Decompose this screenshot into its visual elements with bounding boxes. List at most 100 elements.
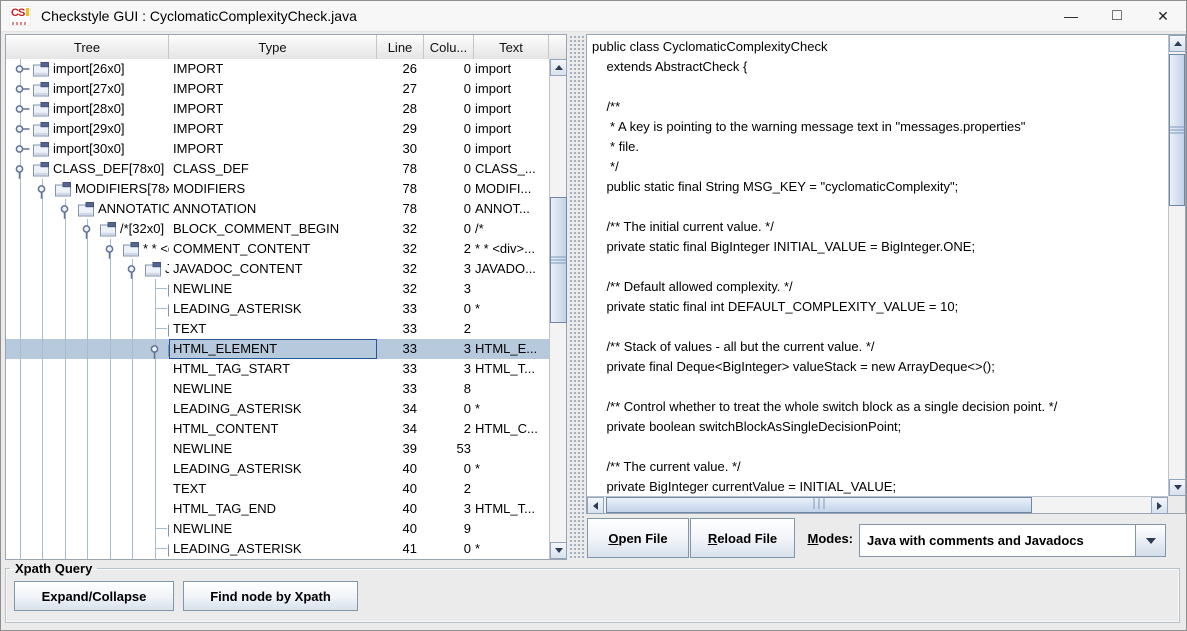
tree-guide-line — [65, 419, 66, 439]
scroll-down-icon[interactable] — [550, 542, 567, 559]
tree-node-label: import[27x0] — [53, 79, 125, 99]
tree-row[interactable]: ANNOTATION[78x0]ANNOTATION780ANNOT... — [6, 199, 549, 219]
code-hscrollbar-thumb[interactable] — [606, 497, 1032, 513]
find-node-by-xpath-button[interactable]: Find node by Xpath — [183, 581, 358, 611]
tree-cell — [6, 359, 169, 379]
split-pane-divider[interactable] — [568, 34, 586, 560]
tree-row[interactable]: HTML_TAG_END403HTML_T... — [6, 499, 549, 519]
window-controls: — □ ✕ — [1048, 1, 1186, 31]
tree-row[interactable]: LEADING_ASTERISK410* — [6, 539, 549, 559]
tree-guide-line — [20, 539, 21, 559]
column-cell: 0 — [424, 139, 474, 159]
column-header-filler — [549, 35, 566, 59]
scroll-left-icon[interactable] — [587, 497, 604, 514]
tree-row[interactable]: HTML_CONTENT342HTML_C... — [6, 419, 549, 439]
collapse-handle-icon[interactable] — [59, 199, 79, 219]
tree-row[interactable]: CLASS_DEF[78x0]CLASS_DEF780CLASS_... — [6, 159, 549, 179]
type-cell: ANNOTATION — [169, 199, 377, 219]
line-cell: 33 — [377, 359, 424, 379]
tree-row[interactable]: LEADING_ASTERISK400* — [6, 459, 549, 479]
tree-row[interactable]: HTML_TAG_START333HTML_T... — [6, 359, 549, 379]
line-cell: 30 — [377, 139, 424, 159]
column-header-2[interactable]: Line — [377, 35, 424, 59]
scroll-up-icon[interactable] — [550, 59, 567, 76]
column-cell: 9 — [424, 519, 474, 539]
column-header-3[interactable]: Colu... — [424, 35, 474, 59]
tree-row[interactable]: import[30x0]IMPORT300import — [6, 139, 549, 159]
line-cell: 78 — [377, 179, 424, 199]
type-cell: HTML_ELEMENT — [169, 339, 377, 359]
tree-row[interactable]: JAVADOC_CONTENT[32x3]JAVADOC_CONTENT323J… — [6, 259, 549, 279]
tree-scrollbar-thumb[interactable] — [550, 197, 567, 323]
text-cell: import — [474, 99, 549, 119]
tree-connector-line — [155, 328, 167, 329]
tree-guide-line — [110, 339, 111, 359]
expand-handle-icon[interactable] — [14, 59, 34, 79]
maximize-icon[interactable]: □ — [1094, 1, 1140, 31]
code-horizontal-scrollbar[interactable] — [587, 496, 1168, 513]
tree-guide-line — [110, 279, 111, 299]
tree-row[interactable]: MODIFIERS[78x0]MODIFIERS780MODIFI... — [6, 179, 549, 199]
scroll-down-icon[interactable] — [1169, 479, 1186, 496]
column-header-4[interactable]: Text — [474, 35, 549, 59]
close-icon[interactable]: ✕ — [1140, 1, 1186, 31]
tree-row[interactable]: NEWLINE3953 — [6, 439, 549, 459]
chevron-down-icon[interactable] — [1135, 525, 1165, 556]
tree-row[interactable]: TEXT332 — [6, 319, 549, 339]
tree-node-folder-icon — [145, 262, 162, 279]
line-cell: 40 — [377, 519, 424, 539]
tree-node-folder-icon — [33, 142, 50, 159]
tree-row[interactable]: /*[32x0]BLOCK_COMMENT_BEGIN320/* — [6, 219, 549, 239]
column-header-1[interactable]: Type — [169, 35, 377, 59]
open-file-button[interactable]: Open File — [587, 518, 689, 558]
tree-row[interactable]: NEWLINE409 — [6, 519, 549, 539]
type-cell: TEXT — [169, 479, 377, 499]
column-cell: 2 — [424, 419, 474, 439]
line-cell: 33 — [377, 319, 424, 339]
expand-handle-icon[interactable] — [14, 119, 34, 139]
tree-guide-line — [87, 299, 88, 319]
line-cell: 34 — [377, 399, 424, 419]
type-cell: IMPORT — [169, 99, 377, 119]
tree-row[interactable]: NEWLINE323 — [6, 279, 549, 299]
minimize-icon[interactable]: — — [1048, 1, 1094, 31]
code-vertical-scrollbar[interactable] — [1168, 35, 1185, 496]
tree-row[interactable]: import[27x0]IMPORT270import — [6, 79, 549, 99]
source-code-area[interactable]: public class CyclomaticComplexityCheck e… — [587, 35, 1168, 496]
collapse-handle-icon[interactable] — [149, 339, 169, 359]
collapse-handle-icon[interactable] — [81, 219, 101, 239]
tree-row[interactable]: * * <divCOMMENT_CONTENT322* * <div>... — [6, 239, 549, 259]
tree-row[interactable]: import[29x0]IMPORT290import — [6, 119, 549, 139]
tree-node-label: JAVADOC_CONTENT[32x3] — [165, 259, 169, 279]
collapse-handle-icon[interactable] — [14, 159, 34, 179]
column-cell: 3 — [424, 339, 474, 359]
collapse-handle-icon[interactable] — [104, 239, 124, 259]
tree-guide-line — [42, 459, 43, 479]
reload-file-button[interactable]: Reload File — [690, 518, 795, 558]
text-cell: * — [474, 399, 549, 419]
expand-handle-icon[interactable] — [14, 99, 34, 119]
tree-row[interactable]: import[26x0]IMPORT260import — [6, 59, 549, 79]
expand-handle-icon[interactable] — [14, 139, 34, 159]
tree-row[interactable]: import[28x0]IMPORT280import — [6, 99, 549, 119]
modes-label: Modes: — [791, 518, 853, 558]
tree-row[interactable]: NEWLINE338 — [6, 379, 549, 399]
tree-vertical-scrollbar[interactable] — [549, 59, 566, 559]
tree-row[interactable]: LEADING_ASTERISK330* — [6, 299, 549, 319]
column-cell: 0 — [424, 199, 474, 219]
tree-row-selected[interactable]: HTML_ELEMENT333HTML_E... — [6, 339, 549, 359]
tree-guide-line — [42, 499, 43, 519]
modes-combobox[interactable]: Java with comments and Javadocs — [859, 524, 1166, 557]
tree-row[interactable]: TEXT402 — [6, 479, 549, 499]
scroll-up-icon[interactable] — [1169, 35, 1186, 52]
code-line — [592, 377, 1168, 397]
code-vscrollbar-thumb[interactable] — [1169, 54, 1185, 206]
column-header-0[interactable]: Tree — [6, 35, 169, 59]
code-line: private static final BigInteger INITIAL_… — [592, 237, 1168, 257]
collapse-handle-icon[interactable] — [126, 259, 146, 279]
expand-handle-icon[interactable] — [14, 79, 34, 99]
collapse-handle-icon[interactable] — [36, 179, 56, 199]
tree-row[interactable]: LEADING_ASTERISK340* — [6, 399, 549, 419]
expand-collapse-button[interactable]: Expand/Collapse — [14, 581, 174, 611]
scroll-right-icon[interactable] — [1151, 497, 1168, 514]
